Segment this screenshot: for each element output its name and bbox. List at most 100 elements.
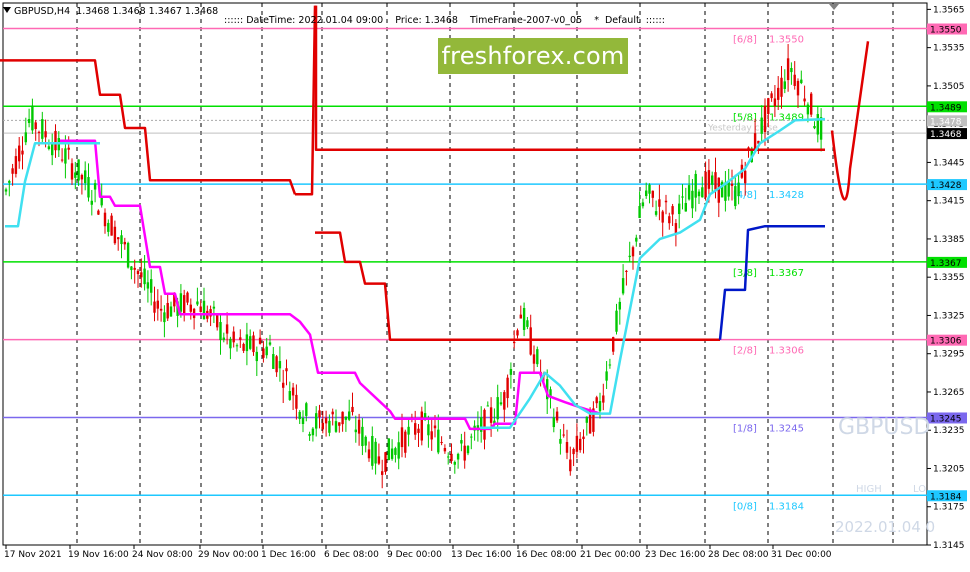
candle-body bbox=[618, 301, 621, 310]
candle-body bbox=[225, 324, 229, 334]
candle-body bbox=[602, 395, 605, 403]
price-label: 1.3235 bbox=[933, 426, 965, 436]
candle-body bbox=[773, 98, 777, 107]
candle-body bbox=[308, 433, 311, 436]
candle-body bbox=[714, 172, 717, 190]
time-label: 19 Nov 16:00 bbox=[68, 550, 129, 560]
chevron-down-icon[interactable] bbox=[3, 7, 11, 13]
candle-body bbox=[258, 337, 262, 344]
candle-body bbox=[641, 202, 645, 207]
candle-body bbox=[645, 190, 648, 197]
candle-body bbox=[509, 369, 513, 375]
candle-body bbox=[394, 448, 397, 455]
candle-body bbox=[107, 222, 110, 232]
candle-body bbox=[153, 301, 156, 313]
candle-body bbox=[615, 310, 618, 332]
candle-body bbox=[64, 148, 67, 164]
candle-body bbox=[522, 308, 526, 330]
candle-body bbox=[51, 144, 54, 156]
candle-body bbox=[183, 295, 186, 316]
chart-svg: 17 Nov 2021 19 Nov 16:00 24 Nov 08:00 29 No… bbox=[0, 2, 967, 560]
candle-body bbox=[470, 436, 473, 438]
price-chart[interactable]: 17 Nov 2021 19 Nov 16:00 24 Nov 08:00 29 No… bbox=[0, 0, 970, 568]
candle-body bbox=[14, 156, 18, 174]
candle-body bbox=[595, 397, 598, 404]
time-label: 23 Dec 16:00 bbox=[645, 550, 706, 560]
candle-body bbox=[298, 411, 301, 420]
candle-body bbox=[575, 435, 579, 452]
candle-body bbox=[453, 461, 456, 465]
price-label: 1.3565 bbox=[933, 5, 965, 15]
candle-body bbox=[661, 211, 664, 223]
candle-body bbox=[318, 410, 321, 418]
candle-body bbox=[621, 278, 625, 294]
candle-body bbox=[499, 402, 503, 405]
time-label: 21 Dec 00:00 bbox=[580, 550, 641, 560]
candle-body bbox=[285, 368, 288, 372]
price-label: 1.3295 bbox=[933, 350, 965, 360]
candle-body bbox=[519, 314, 522, 319]
candle-body bbox=[816, 114, 819, 135]
candle-body bbox=[572, 448, 575, 455]
watermark-symbol: GBPUSD bbox=[838, 415, 931, 440]
time-label: 31 Dec 00:00 bbox=[771, 550, 832, 560]
candle-body bbox=[130, 266, 133, 271]
candle-body bbox=[93, 183, 97, 190]
candle-body bbox=[803, 98, 806, 102]
candle-body bbox=[291, 387, 295, 396]
candle-body bbox=[252, 335, 255, 353]
candle-body bbox=[166, 302, 169, 319]
candle-body bbox=[295, 394, 298, 409]
candle-body bbox=[552, 417, 555, 428]
candle-body bbox=[496, 397, 499, 420]
candle-body bbox=[232, 331, 235, 343]
candle-body bbox=[305, 403, 308, 416]
candle-body bbox=[324, 417, 328, 424]
candle-body bbox=[516, 330, 519, 336]
candle-body bbox=[84, 170, 87, 184]
candle-body bbox=[321, 422, 324, 430]
candle-body bbox=[179, 293, 183, 312]
candle-body bbox=[374, 441, 377, 464]
candle-body bbox=[338, 422, 341, 426]
time-label: 1 Dec 16:00 bbox=[261, 550, 316, 560]
candle-body bbox=[737, 182, 740, 196]
candle-body bbox=[328, 420, 331, 433]
price-label: 1.3445 bbox=[933, 158, 965, 168]
candle-body bbox=[41, 119, 44, 139]
candle-body bbox=[800, 79, 803, 84]
candle-body bbox=[536, 349, 539, 365]
candle-body bbox=[301, 417, 305, 425]
murrey-level-value: 1.3550 bbox=[769, 35, 804, 46]
candle-body bbox=[381, 471, 384, 475]
candle-body bbox=[229, 338, 232, 349]
murrey-price-label: 1.3489 bbox=[930, 103, 962, 113]
candle-body bbox=[684, 202, 687, 212]
candle-body bbox=[569, 459, 572, 472]
candle-body bbox=[780, 77, 783, 97]
candle-body bbox=[440, 442, 443, 444]
candle-body bbox=[625, 270, 628, 272]
candle-body bbox=[681, 196, 684, 198]
time-label: 24 Nov 08:00 bbox=[132, 550, 193, 560]
price-label: 1.3205 bbox=[933, 464, 965, 474]
candle-body bbox=[268, 342, 272, 345]
candle-body bbox=[159, 308, 163, 311]
candle-body bbox=[734, 186, 737, 207]
candle-body bbox=[420, 411, 423, 441]
candle-body bbox=[648, 184, 651, 194]
candle-body bbox=[212, 306, 216, 309]
candle-body bbox=[585, 416, 588, 423]
murrey-level-value: 1.3306 bbox=[769, 346, 804, 357]
candle-body bbox=[140, 272, 143, 278]
candle-body bbox=[555, 411, 559, 421]
candle-body bbox=[763, 105, 767, 132]
candle-body bbox=[103, 212, 107, 227]
candle-body bbox=[404, 431, 407, 453]
candle-body bbox=[503, 392, 506, 410]
candle-body bbox=[701, 187, 704, 198]
candle-body bbox=[674, 223, 678, 234]
candle-body bbox=[288, 391, 291, 400]
candle-body bbox=[202, 300, 206, 320]
candle-body bbox=[565, 442, 569, 453]
